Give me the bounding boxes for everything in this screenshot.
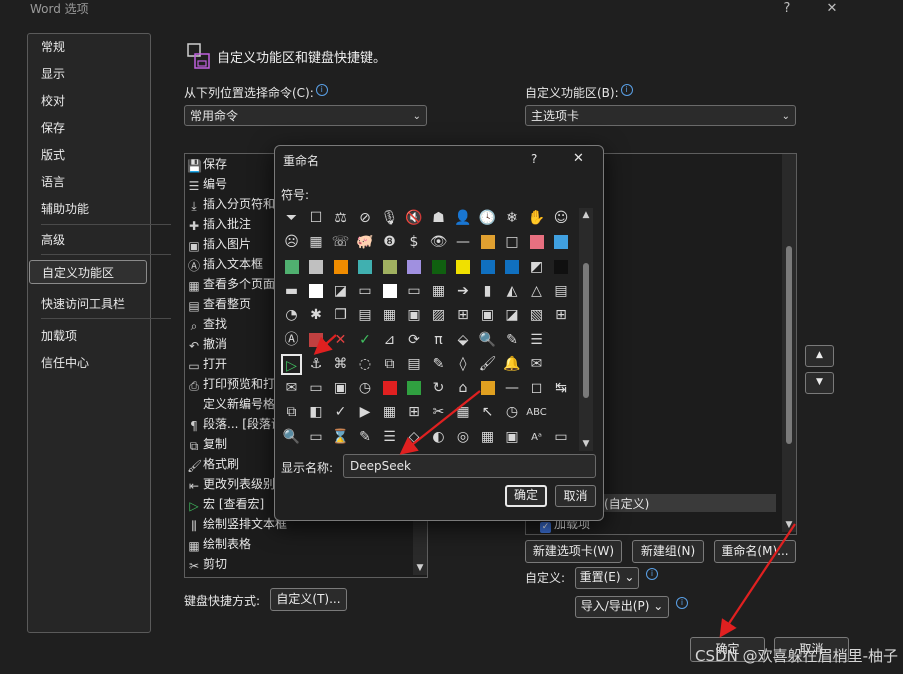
annotation-arrows [313, 334, 796, 638]
arrow-to-selected-symbol [313, 334, 337, 355]
arrow-to-display-name [399, 390, 481, 455]
watermark: CSDN @欢喜躲在眉梢里-柚子 [695, 647, 898, 665]
arrow-to-ok-button [719, 523, 796, 638]
